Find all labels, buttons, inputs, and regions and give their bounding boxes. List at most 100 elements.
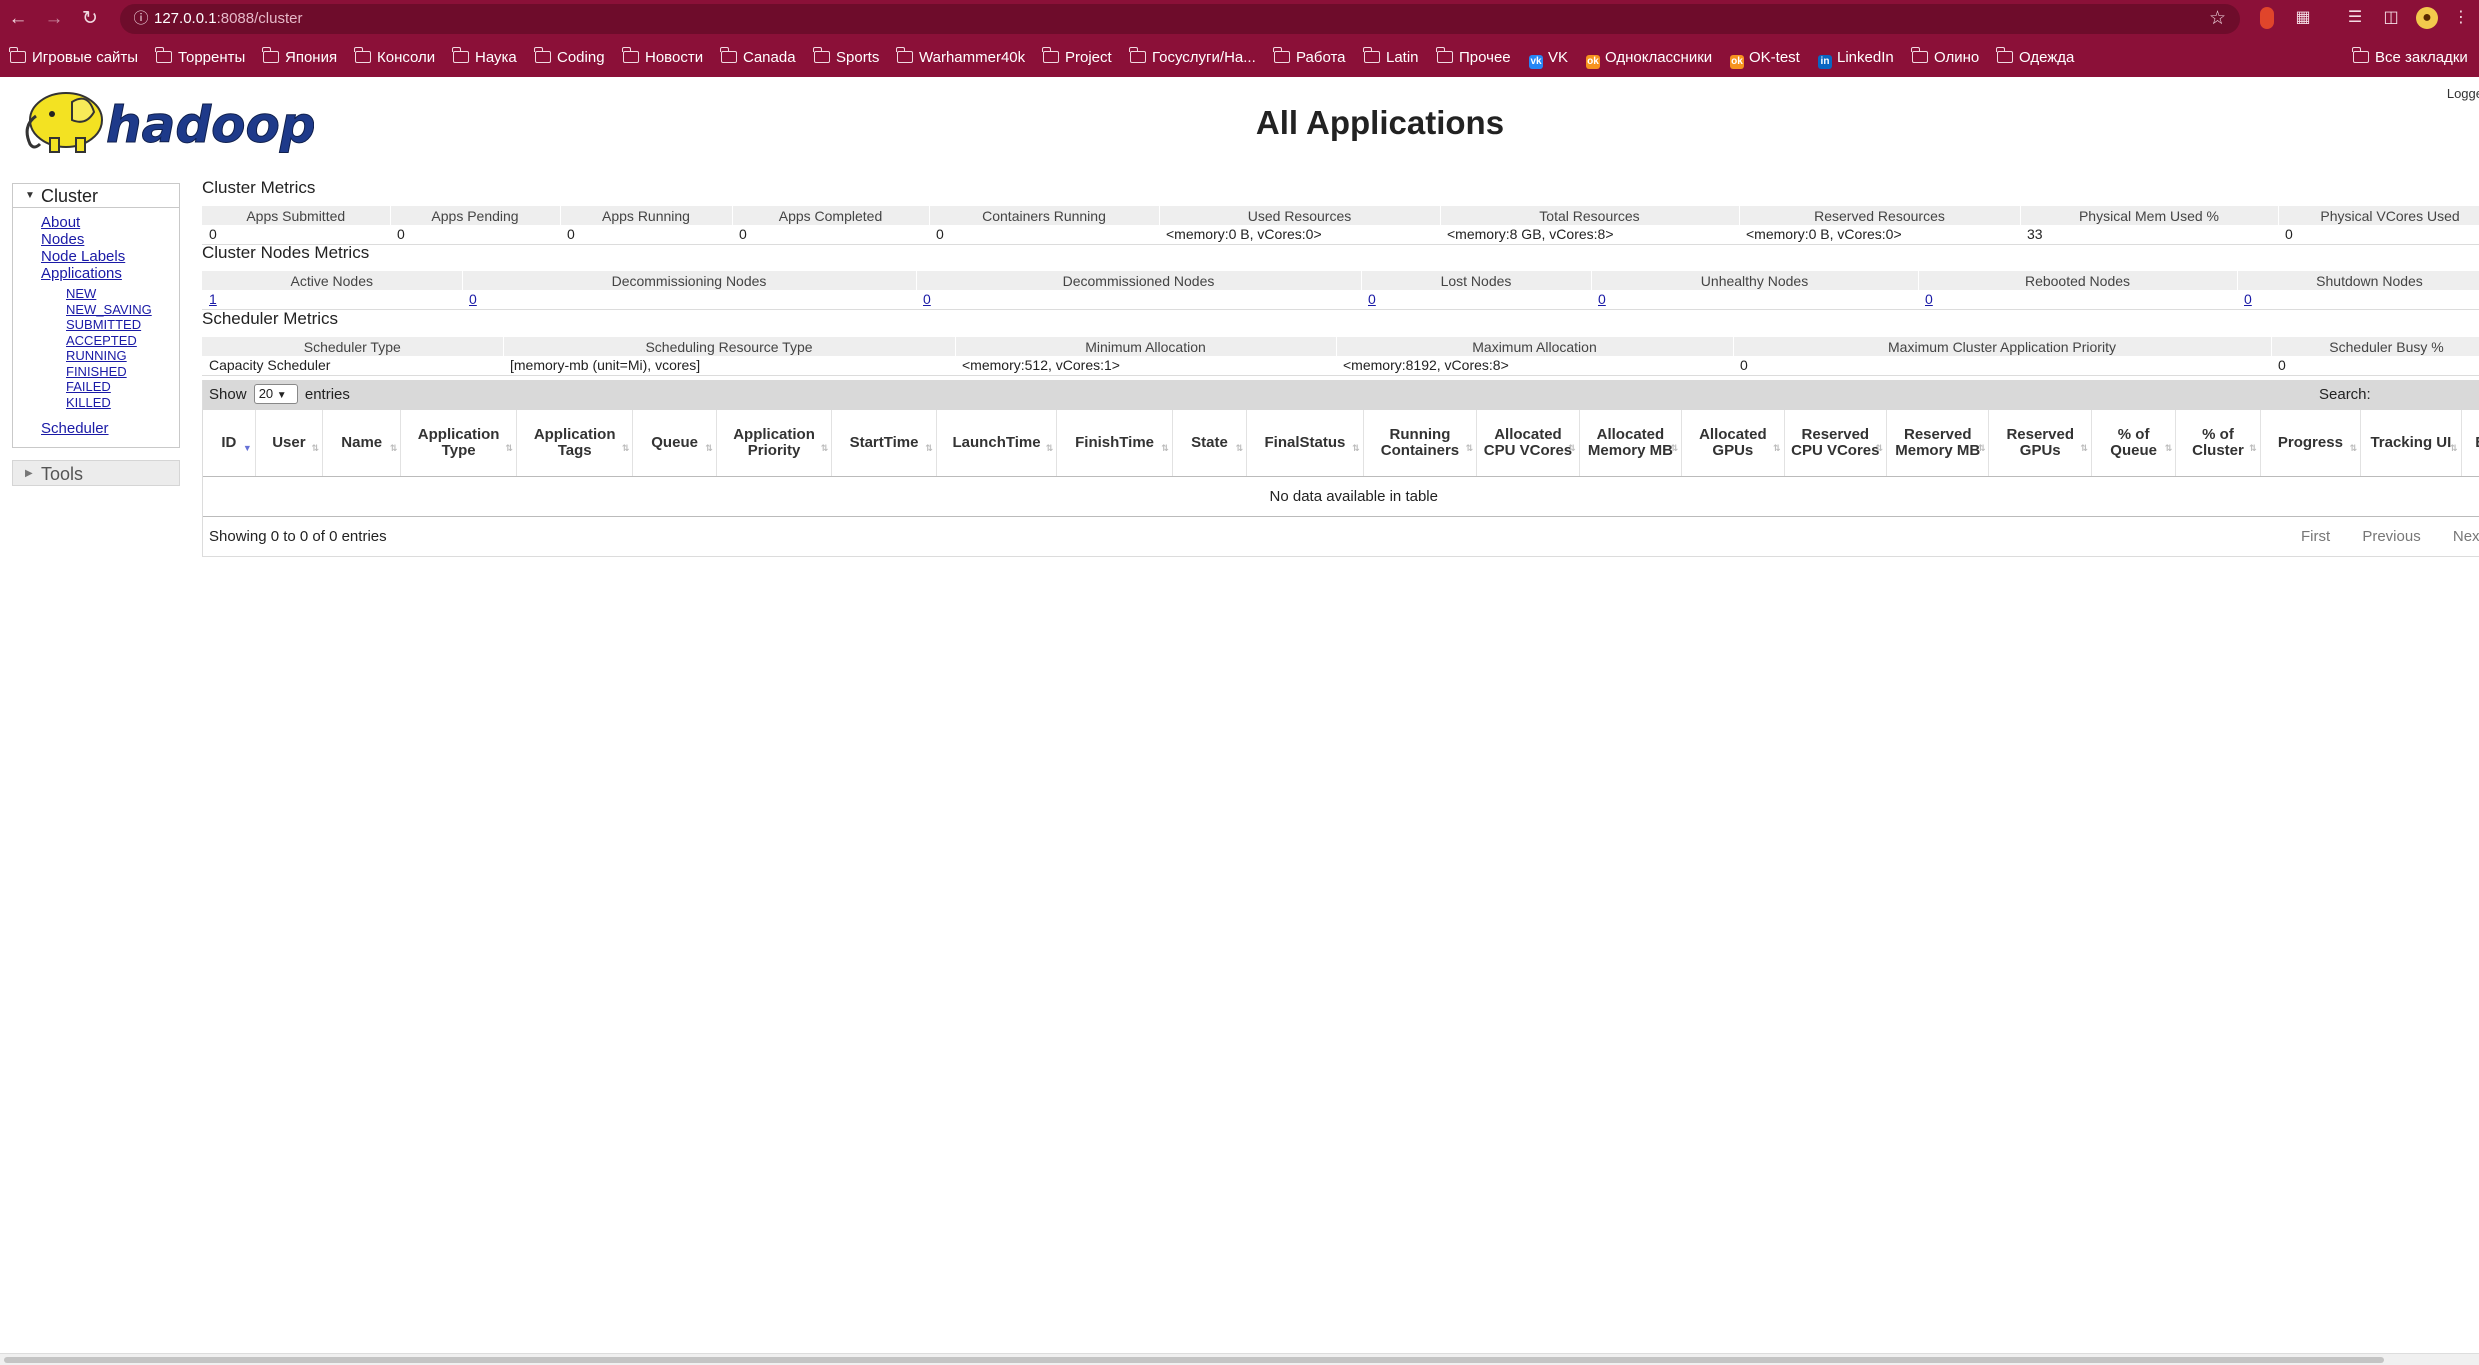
bookmark-item[interactable]: Sports	[813, 47, 879, 69]
app-state-new-saving[interactable]: NEW_SAVING	[66, 302, 179, 318]
column-header[interactable]: Running Containers ⇅	[1363, 410, 1478, 477]
column-header[interactable]: LaunchTime ⇅	[936, 410, 1058, 477]
extensions-puzzle-icon[interactable]: ▦	[2292, 7, 2314, 29]
column-header[interactable]: StartTime ⇅	[831, 410, 937, 477]
column-header[interactable]: Application Priority ⇅	[716, 410, 833, 477]
profile-avatar-icon[interactable]: ●	[2416, 7, 2438, 29]
column-header[interactable]: Allocated GPUs ⇅	[1681, 410, 1785, 477]
horizontal-scrollbar[interactable]	[0, 1353, 2479, 1365]
bookmark-item[interactable]: Олино	[1911, 47, 1979, 69]
column-header[interactable]: Reserved Memory MB ⇅	[1886, 410, 1990, 477]
cluster-metrics-header: Physical Mem Used %	[2020, 206, 2279, 225]
sidebar-link-about[interactable]: About	[41, 214, 179, 231]
bookmark-item[interactable]: Торренты	[155, 47, 245, 69]
bookmark-item[interactable]: Warhammer40k	[896, 47, 1025, 69]
column-header[interactable]: Allocated Memory MB ⇅	[1579, 410, 1683, 477]
scrollbar-thumb[interactable]	[4, 1357, 2384, 1363]
paging-next[interactable]: Next	[2453, 528, 2479, 545]
column-header[interactable]: ID ▼	[203, 410, 256, 477]
bookmark-label: Одноклассники	[1605, 49, 1713, 66]
column-header[interactable]: State ⇅	[1172, 410, 1248, 477]
bookmark-item[interactable]: Прочее	[1436, 47, 1511, 69]
bookmark-item[interactable]: Project	[1042, 47, 1112, 69]
nodes-metrics-value-link[interactable]: 0	[923, 291, 931, 307]
nodes-metrics-value-link[interactable]: 0	[469, 291, 477, 307]
cluster-panel-header[interactable]: ▼ Cluster	[13, 184, 179, 208]
bookmark-item[interactable]: Консоли	[354, 47, 435, 69]
app-state-failed[interactable]: FAILED	[66, 379, 179, 395]
column-header[interactable]: Allocated CPU VCores ⇅	[1476, 410, 1580, 477]
column-header[interactable]: Reserved GPUs ⇅	[1988, 410, 2092, 477]
bookmark-item[interactable]: in LinkedIn	[1818, 47, 1894, 69]
column-header[interactable]: Tracking UI ⇅	[2360, 410, 2462, 477]
app-state-accepted[interactable]: ACCEPTED	[66, 333, 179, 349]
bookmark-item[interactable]: ok OK-test	[1730, 47, 1800, 69]
app-state-finished[interactable]: FINISHED	[66, 364, 179, 380]
column-header[interactable]: % of Cluster ⇅	[2175, 410, 2261, 477]
column-header[interactable]: FinalStatus ⇅	[1246, 410, 1364, 477]
entries-per-page-select[interactable]: 20 ▼	[253, 384, 298, 404]
tools-panel-header[interactable]: ▶ Tools	[12, 460, 180, 486]
bookmark-star-icon[interactable]: ☆	[2209, 6, 2226, 32]
cluster-metrics-header: Apps Submitted	[202, 206, 391, 225]
sidebar-link-nodes[interactable]: Nodes	[41, 231, 179, 248]
forward-arrow-icon[interactable]: →	[40, 5, 68, 33]
side-panel-icon[interactable]: ◫	[2380, 7, 2402, 29]
column-header[interactable]: Progress ⇅	[2260, 410, 2362, 477]
app-state-killed[interactable]: KILLED	[66, 395, 179, 411]
sidebar-link-node-labels[interactable]: Node Labels	[41, 248, 179, 265]
extension-icon[interactable]	[2260, 7, 2274, 29]
nodes-metrics-value-link[interactable]: 0	[1598, 291, 1606, 307]
bookmark-item[interactable]: Latin	[1363, 47, 1419, 69]
sidebar-link-applications[interactable]: Applications	[41, 265, 179, 282]
nodes-metrics-header: Unhealthy Nodes	[1591, 271, 1919, 290]
menu-kebab-icon[interactable]: ⋮	[2450, 7, 2472, 29]
app-state-new[interactable]: NEW	[66, 286, 179, 302]
show-label: Show	[209, 386, 247, 403]
column-header-label: ID	[221, 433, 237, 451]
bookmark-label: Игровые сайты	[32, 49, 139, 66]
bookmark-item[interactable]: Япония	[262, 47, 337, 69]
nodes-metrics-value-link[interactable]: 1	[209, 291, 217, 307]
column-header[interactable]: User ⇅	[255, 410, 324, 477]
app-state-submitted[interactable]: SUBMITTED	[66, 317, 179, 333]
nodes-metrics-value: 0	[1918, 290, 2237, 310]
nodes-metrics-value-link[interactable]: 0	[2244, 291, 2252, 307]
bookmark-item[interactable]: Игровые сайты	[9, 47, 139, 69]
nodes-metrics-header: Decommissioned Nodes	[916, 271, 1362, 290]
column-header[interactable]: Name ⇅	[322, 410, 402, 477]
app-state-running[interactable]: RUNNING	[66, 348, 179, 364]
column-header[interactable]: Queue ⇅	[632, 410, 717, 477]
bookmark-item[interactable]: Наука	[452, 47, 517, 69]
back-arrow-icon[interactable]: ←	[4, 5, 32, 33]
site-info-icon[interactable]: ⓘ	[130, 8, 152, 30]
url-text[interactable]: 127.0.0.1:8088/cluster	[154, 4, 302, 34]
nodes-metrics-value-link[interactable]: 0	[1368, 291, 1376, 307]
bookmark-item[interactable]: vk VK	[1529, 47, 1568, 69]
paging-first[interactable]: First	[2301, 528, 2330, 545]
sidebar-link-scheduler[interactable]: Scheduler	[41, 420, 179, 437]
column-header[interactable]: % of Queue ⇅	[2091, 410, 2177, 477]
nodes-metrics-value-link[interactable]: 0	[1925, 291, 1933, 307]
hadoop-logo[interactable]: hadoop	[14, 86, 316, 158]
bookmark-item[interactable]: Coding	[534, 47, 605, 69]
bookmark-item[interactable]: Canada	[720, 47, 796, 69]
reload-icon[interactable]: ↻	[76, 5, 104, 33]
bookmark-item[interactable]: Госуслуги/На...	[1129, 47, 1256, 69]
column-header[interactable]: Reserved CPU VCores ⇅	[1784, 410, 1888, 477]
bookmark-item[interactable]: Новости	[622, 47, 703, 69]
column-header[interactable]: Bl	[2461, 410, 2479, 477]
paging-previous[interactable]: Previous	[2362, 528, 2420, 545]
bookmark-item[interactable]: Работа	[1273, 47, 1346, 69]
column-header[interactable]: FinishTime ⇅	[1056, 410, 1173, 477]
bookmark-item[interactable]: Одежда	[1996, 47, 2074, 69]
url-bar[interactable]: ⓘ 127.0.0.1:8088/cluster ☆	[120, 4, 2240, 34]
all-bookmarks[interactable]: Все закладки	[2352, 47, 2468, 69]
scheduler-metrics-value: <memory:8192, vCores:8>	[1336, 356, 1733, 376]
cluster-metrics-value: 33	[2020, 225, 2278, 245]
column-header[interactable]: Application Tags ⇅	[516, 410, 634, 477]
media-controls-icon[interactable]: ☰	[2344, 7, 2366, 29]
cluster-metrics-header: Apps Pending	[390, 206, 561, 225]
bookmark-item[interactable]: ok Одноклассники	[1586, 47, 1712, 69]
column-header[interactable]: Application Type ⇅	[400, 410, 517, 477]
